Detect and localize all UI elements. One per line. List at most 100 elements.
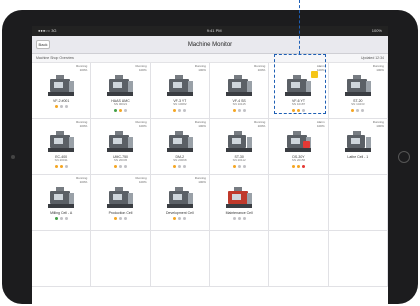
- status-dot-off: [59, 105, 63, 108]
- alarm-icon: [303, 141, 311, 148]
- cnc-machine-icon: [165, 185, 195, 209]
- machine-tile[interactable]: Running 100% HAAS UMC SN 00021: [91, 63, 151, 119]
- machine-tile[interactable]: Running 100% Lathe Cell - 1: [328, 119, 388, 175]
- status-dot-stopped: [301, 164, 305, 168]
- status-indicators: [113, 164, 127, 168]
- status-dot-running: [54, 217, 58, 220]
- status-dot-off: [301, 108, 305, 112]
- status-dot-off: [118, 217, 122, 220]
- carrier-signal: ●●●○○ 3G: [38, 28, 57, 33]
- status-dot-off: [183, 108, 187, 112]
- status-indicators: [173, 108, 187, 112]
- machine-status-label: Running 100%: [372, 120, 384, 128]
- machine-tile[interactable]: Maintenance Cell: [209, 175, 270, 231]
- machine-tile[interactable]: Running 100% VF-4 SS SN 10115: [209, 63, 270, 119]
- empty-tile: [150, 231, 210, 287]
- machine-status-label: Running 100%: [254, 64, 266, 72]
- machine-serial: SN 20156: [291, 158, 306, 162]
- status-dot-off: [242, 217, 246, 220]
- machine-tile[interactable]: Running 100% ST-20 SN 10233: [328, 63, 388, 119]
- back-button[interactable]: Back: [36, 40, 50, 49]
- machine-status-label: Running 100%: [135, 120, 147, 128]
- machine-tile[interactable]: Running 100% VF-2 #001: [32, 63, 92, 119]
- machine-name: Lathe Cell - 1: [347, 155, 369, 159]
- machine-name: VF-2 #001: [52, 99, 70, 103]
- status-dot-idle: [232, 164, 236, 168]
- machine-tile[interactable]: Running 100% VF-3 YT SN 10082: [150, 63, 210, 119]
- machine-serial: SN 20045: [113, 158, 128, 162]
- machine-status-label: Running 100%: [194, 120, 206, 128]
- status-indicators: [291, 164, 305, 168]
- machine-name: Maintenance Cell: [225, 211, 253, 215]
- empty-tile: [91, 231, 151, 287]
- status-dot-off: [361, 108, 365, 112]
- machine-tile[interactable]: Alarm 100% VF-6 YT SN 10187: [269, 63, 329, 119]
- machine-serial: SN 20112: [232, 158, 246, 162]
- navigation-bar: Back Machine Monitor: [32, 36, 388, 54]
- cnc-machine-icon: [105, 185, 135, 209]
- machine-tile[interactable]: Running 100% ST-30 SN 20112: [209, 119, 270, 175]
- lathe-icon: [343, 129, 373, 153]
- empty-tile: [269, 231, 329, 287]
- status-time: 9:41 PM: [206, 28, 222, 33]
- last-updated: Updated 12:34: [361, 56, 384, 60]
- cnc-machine-icon: [165, 129, 195, 153]
- status-indicators: [173, 164, 187, 168]
- status-dot-off: [237, 217, 241, 220]
- empty-tile: [328, 231, 388, 287]
- machine-tile[interactable]: Running 100% EC-400 SN 20011: [32, 119, 92, 175]
- status-dot-idle: [113, 217, 117, 220]
- status-dot-off: [64, 217, 68, 220]
- status-dot-idle: [173, 108, 177, 112]
- machine-name: Milling Cell - A: [50, 211, 73, 215]
- machine-status-label: Running 100%: [372, 64, 384, 72]
- empty-tile: [328, 175, 388, 231]
- status-indicators: [291, 108, 305, 112]
- machine-tile[interactable]: Running 100% Development Cell: [150, 175, 210, 231]
- machine-serial: SN 10115: [232, 102, 246, 106]
- status-dot-off: [183, 164, 187, 168]
- warning-icon: [311, 71, 319, 78]
- status-dot-idle: [232, 108, 236, 112]
- machine-status-label: Running 100%: [135, 176, 147, 184]
- status-dot-idle: [54, 105, 58, 108]
- status-dot-off: [123, 217, 127, 220]
- status-dot-off: [64, 105, 68, 108]
- empty-tile: [209, 231, 270, 287]
- status-indicators: [232, 108, 246, 112]
- status-dot-off: [242, 108, 246, 112]
- machine-tile[interactable]: Running 100% UMC-750 SN 20045: [91, 119, 151, 175]
- status-dot-off: [178, 108, 182, 112]
- cnc-machine-icon: [165, 73, 195, 97]
- machine-tile[interactable]: Running 100% Milling Cell - A: [32, 175, 92, 231]
- status-dot-idle: [118, 108, 122, 112]
- status-indicators: [113, 217, 127, 220]
- callout-line: [299, 0, 300, 54]
- machine-status-label: Running 100%: [135, 64, 147, 72]
- machine-tile[interactable]: Running 100% Production Cell: [91, 175, 151, 231]
- empty-tile: [269, 175, 329, 231]
- empty-tile: [32, 231, 92, 287]
- status-dot-off: [232, 217, 236, 220]
- status-indicators: [113, 108, 127, 112]
- status-dot-idle: [54, 164, 58, 168]
- lathe-icon: [224, 129, 254, 153]
- status-dot-off: [178, 217, 182, 220]
- machine-status-label: Running 100%: [194, 176, 206, 184]
- status-dot-off: [59, 217, 63, 220]
- machine-grid: Running 100% VF-2 #001 Running 100% HAAS UM…: [32, 63, 388, 287]
- status-dot-off: [183, 217, 187, 220]
- status-dot-idle: [296, 108, 300, 112]
- machine-serial: SN 10233: [351, 102, 365, 106]
- status-dot-idle: [173, 217, 177, 220]
- machine-tile[interactable]: Running 100% DM-2 SN 20098: [150, 119, 210, 175]
- machine-cell-icon: [224, 185, 254, 209]
- machine-serial: SN 10187: [291, 102, 306, 106]
- status-dot-off: [356, 108, 360, 112]
- status-dot-off: [237, 164, 241, 168]
- home-button[interactable]: [398, 151, 410, 163]
- status-dot-off: [237, 108, 241, 112]
- status-dot-idle: [296, 164, 300, 168]
- machine-serial: SN 20098: [173, 158, 187, 162]
- machine-tile[interactable]: Alarm 100% DS-30Y SN 20156: [269, 119, 329, 175]
